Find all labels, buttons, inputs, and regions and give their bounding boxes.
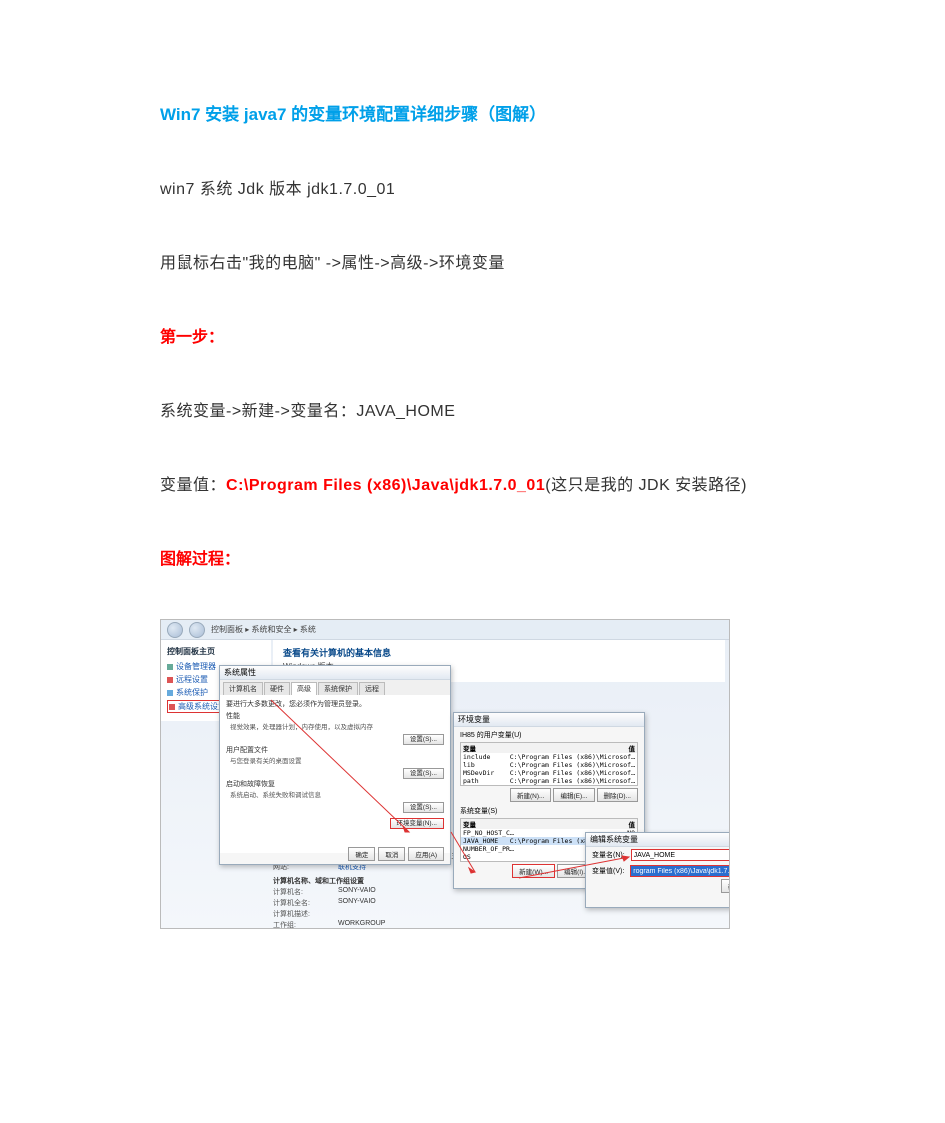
list-col-var: 变量 — [463, 743, 476, 753]
list-col-val: 值 — [629, 743, 636, 753]
list-item[interactable]: pathC:\Program Files (x86)\Microsof… — [461, 777, 637, 785]
bullet-icon — [167, 677, 173, 683]
value-suffix: (这只是我的 JDK 安装路径) — [545, 477, 747, 494]
dialog-titlebar: 编辑系统变量 × — [586, 833, 730, 847]
bullet-icon — [167, 690, 173, 696]
var-value-label: 变量值(V): — [592, 866, 624, 876]
cancel-button[interactable]: 取消 — [378, 847, 405, 861]
system-new-button[interactable]: 新建(W)... — [512, 864, 555, 878]
performance-label: 性能 — [226, 711, 444, 721]
list-item[interactable]: MSDevDirC:\Program Files (x86)\Microsof… — [461, 769, 637, 777]
user-edit-button[interactable]: 编辑(E)... — [553, 788, 594, 802]
system-vars-label: 系统变量(S) — [460, 806, 638, 816]
sidebar-link-label: 设备管理器 — [176, 661, 216, 672]
user-vars-label: IH85 的用户变量(U) — [460, 730, 638, 740]
paragraph-2: 用鼠标右击"我的电脑" ->属性->高级->环境变量 — [160, 249, 785, 273]
tab-advanced[interactable]: 高级 — [291, 682, 317, 695]
full-name-label: 计算机全名: — [273, 898, 338, 908]
back-button[interactable] — [167, 622, 183, 638]
document-title: Win7 安装 java7 的变量环境配置详细步骤（图解） — [160, 100, 785, 125]
explorer-nav-bar: 控制面板 ▸ 系统和安全 ▸ 系统 — [161, 620, 729, 640]
sidebar-link-label: 远程设置 — [176, 674, 208, 685]
sidebar-link-label: 系统保护 — [176, 687, 208, 698]
env-variables-button[interactable]: 环境变量(N)... — [390, 818, 444, 829]
full-name-value: SONY-VAIO — [338, 898, 376, 908]
performance-sub: 视觉效果，处理器计划，内存使用，以及虚拟内存 — [230, 721, 444, 731]
computer-name-label: 计算机名: — [273, 887, 338, 897]
dialog-body: 要进行大多数更改，您必须作为管理员登录。 性能 视觉效果，处理器计划，内存使用，… — [220, 695, 450, 853]
list-col-val: 值 — [629, 819, 636, 829]
tab-system-protection[interactable]: 系统保护 — [318, 682, 358, 695]
settings-button-1[interactable]: 设置(S)... — [403, 734, 444, 745]
forward-button[interactable] — [189, 622, 205, 638]
settings-button-2[interactable]: 设置(S)... — [403, 768, 444, 779]
profile-label: 用户配置文件 — [226, 745, 444, 755]
dialog-titlebar: 环境变量 — [454, 713, 644, 727]
workgroup-value: WORKGROUP — [338, 920, 385, 929]
list-item[interactable]: libC:\Program Files (x86)\Microsof… — [461, 761, 637, 769]
var-name-label: 变量名(N): — [592, 850, 625, 860]
description-label: 计算机描述: — [273, 909, 338, 919]
paragraph-3: 系统变量->新建->变量名：JAVA_HOME — [160, 397, 785, 421]
bullet-icon — [169, 704, 175, 710]
tab-remote[interactable]: 远程 — [359, 682, 385, 695]
list-item[interactable]: includeC:\Program Files (x86)\Microsof… — [461, 753, 637, 761]
workgroup-label: 工作组: — [273, 920, 338, 929]
startup-label: 启动和故障恢复 — [226, 779, 444, 789]
tab-computer-name[interactable]: 计算机名 — [223, 682, 263, 695]
breadcrumb[interactable]: 控制面板 ▸ 系统和安全 ▸ 系统 — [211, 624, 316, 635]
ok-button[interactable]: 确定 — [721, 879, 730, 893]
profile-sub: 与您登录有关的桌面设置 — [230, 755, 444, 765]
system-properties-dialog: 系统属性 计算机名 硬件 高级 系统保护 远程 要进行大多数更改，您必须作为管理… — [219, 665, 451, 865]
computer-name-value: SONY-VAIO — [338, 887, 376, 897]
apply-button[interactable]: 应用(A) — [408, 847, 444, 861]
sidebar-header: 控制面板主页 — [167, 646, 265, 657]
value-prefix: 变量值： — [160, 477, 226, 494]
main-header: 查看有关计算机的基本信息 — [283, 646, 715, 659]
var-name-input[interactable] — [631, 849, 730, 861]
dialog-tabs: 计算机名 硬件 高级 系统保护 远程 — [220, 680, 450, 695]
ok-button[interactable]: 确定 — [348, 847, 375, 861]
user-delete-button[interactable]: 删除(D)... — [597, 788, 638, 802]
bullet-icon — [167, 664, 173, 670]
domain-section-label: 计算机名称、域和工作组设置 — [273, 876, 364, 886]
illustration-heading: 图解过程： — [160, 545, 785, 569]
jdk-path-value: C:\Program Files (x86)\Java\jdk1.7.0_01 — [226, 477, 545, 494]
dialog-titlebar: 系统属性 — [220, 666, 450, 680]
step-1-heading: 第一步： — [160, 323, 785, 347]
list-col-var: 变量 — [463, 819, 476, 829]
admin-note: 要进行大多数更改，您必须作为管理员登录。 — [226, 699, 444, 709]
edit-system-variable-dialog: 编辑系统变量 × 变量名(N): 变量值(V): 确定 取消 — [585, 832, 730, 908]
settings-button-3[interactable]: 设置(S)... — [403, 802, 444, 813]
tab-hardware[interactable]: 硬件 — [264, 682, 290, 695]
startup-sub: 系统启动、系统失败和调试信息 — [230, 789, 444, 799]
user-new-button[interactable]: 新建(N)... — [510, 788, 551, 802]
paragraph-4: 变量值：C:\Program Files (x86)\Java\jdk1.7.0… — [160, 471, 785, 495]
paragraph-1: win7 系统 Jdk 版本 jdk1.7.0_01 — [160, 175, 785, 199]
dialog-title-text: 编辑系统变量 — [590, 834, 638, 845]
user-variables-list[interactable]: 变量 值 includeC:\Program Files (x86)\Micros… — [460, 742, 638, 786]
screenshot-illustration: 控制面板 ▸ 系统和安全 ▸ 系统 控制面板主页 设备管理器 远程设置 系统保护… — [160, 619, 730, 929]
var-value-input[interactable] — [630, 865, 730, 877]
